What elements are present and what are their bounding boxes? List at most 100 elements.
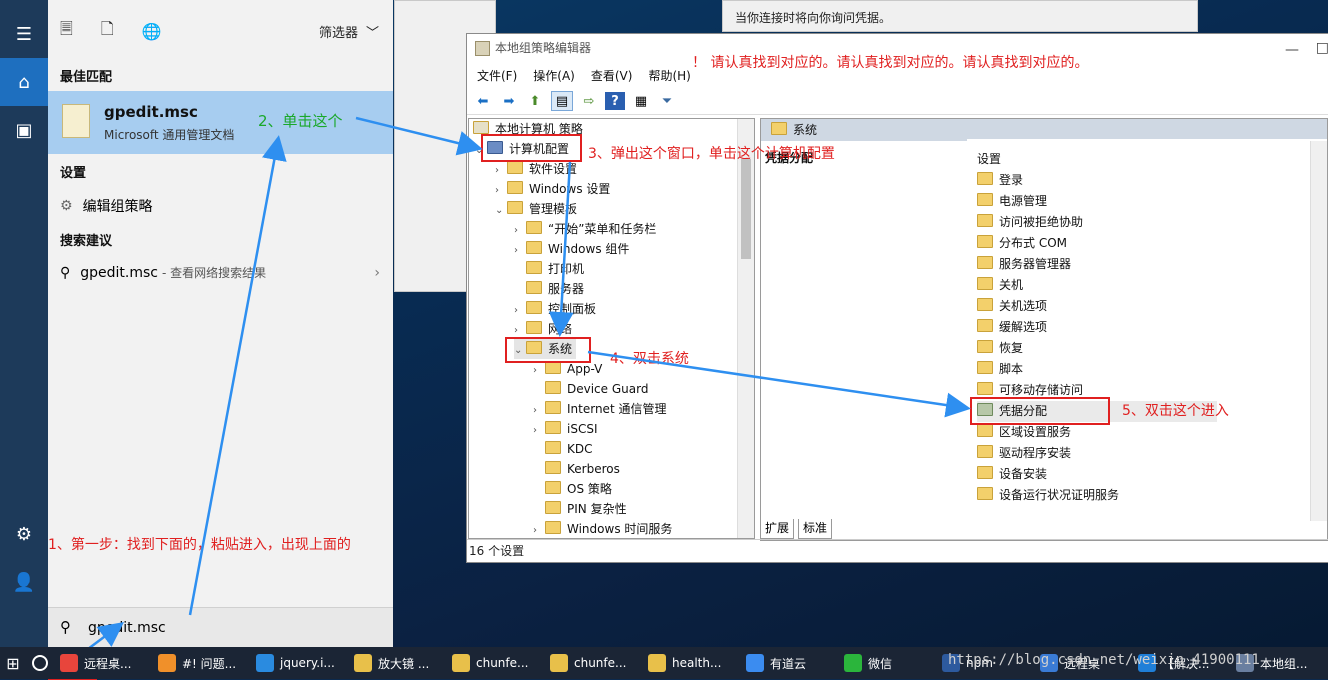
- chevron-right-icon: ›: [533, 405, 537, 416]
- tree-item-printers[interactable]: 打印机: [514, 259, 584, 279]
- tree-scrollbar[interactable]: [737, 119, 754, 538]
- tree-label: Internet 通信管理: [567, 402, 667, 416]
- settings-list-item[interactable]: 访问被拒绝协助: [977, 212, 1083, 233]
- settings-list-item[interactable]: 驱动程序安装: [977, 443, 1071, 464]
- wechat-icon: [844, 654, 862, 672]
- help-icon[interactable]: ?: [605, 92, 625, 110]
- best-match-subtitle: Microsoft 通用管理文档: [104, 128, 235, 142]
- page-icon[interactable]: 🗋: [101, 18, 114, 45]
- settings-list-item[interactable]: 服务器管理器: [977, 254, 1071, 275]
- taskbar-item[interactable]: jquery.i...: [250, 647, 348, 679]
- start-menu-rail: ☰ ⌂ ▣ ⚙ 👤: [0, 0, 48, 647]
- taskbar-item[interactable]: 有道云: [740, 647, 838, 679]
- home-icon[interactable]: ⌂: [0, 58, 48, 106]
- user-feedback-icon[interactable]: 👤: [0, 558, 48, 606]
- settings-list-label: 恢复: [999, 341, 1024, 355]
- web-search-suggestion[interactable]: ⚲ gpedit.msc - 查看网络搜索结果 ›: [60, 264, 380, 281]
- tree-item-software[interactable]: › 软件设置: [495, 159, 577, 179]
- tree-item-kdc[interactable]: KDC: [533, 439, 593, 459]
- folder-icon: [354, 654, 372, 672]
- tree-item-iscsi[interactable]: › iSCSI: [533, 419, 598, 439]
- taskbar-item[interactable]: 远程桌...: [54, 647, 152, 679]
- folder-icon: [977, 487, 993, 500]
- filter-icon[interactable]: ⏷: [657, 92, 677, 110]
- menu-help[interactable]: 帮助(H): [648, 67, 690, 84]
- globe-icon[interactable]: 🌐: [142, 22, 162, 41]
- tree-label: iSCSI: [567, 422, 598, 436]
- tree-item-admin-templates[interactable]: ⌄ 管理模板: [495, 199, 577, 219]
- settings-list-item[interactable]: 脚本: [977, 359, 1023, 380]
- export-list-icon[interactable]: ⇨: [579, 92, 599, 110]
- tree-item-server[interactable]: 服务器: [514, 279, 584, 299]
- tab-extended[interactable]: 扩展: [760, 519, 795, 539]
- taskbar-item[interactable]: health...: [642, 647, 740, 679]
- tree-item-os-policy[interactable]: OS 策略: [533, 479, 612, 499]
- settings-list-item[interactable]: 关机选项: [977, 296, 1047, 317]
- filter-dropdown[interactable]: 筛选器 ﹀: [319, 22, 379, 41]
- settings-list-item[interactable]: 区域设置服务: [977, 422, 1071, 443]
- tree-label: Windows 设置: [529, 182, 611, 196]
- hamburger-menu-icon[interactable]: ☰: [0, 10, 48, 58]
- settings-list-item[interactable]: 设备运行状况证明服务: [977, 485, 1119, 506]
- highlight-system: [505, 337, 591, 363]
- menu-action[interactable]: 操作(A): [533, 67, 575, 84]
- document-rail-icon[interactable]: ▣: [0, 106, 48, 154]
- tree-item-network[interactable]: › 网络: [514, 319, 572, 339]
- tree-item-windows-settings[interactable]: › Windows 设置: [495, 179, 610, 199]
- folder-icon: [526, 261, 542, 274]
- taskbar-item-label: jquery.i...: [280, 656, 335, 670]
- folder-icon: [977, 172, 993, 185]
- tree-item-kerberos[interactable]: Kerberos: [533, 459, 620, 479]
- windows-start-button[interactable]: ⊞: [0, 647, 26, 679]
- document-icon[interactable]: 🗏: [60, 18, 73, 45]
- settings-list-item[interactable]: 登录: [977, 170, 1023, 191]
- back-arrow-icon[interactable]: ⬅: [473, 92, 493, 110]
- settings-list-label: 关机: [999, 278, 1024, 292]
- folder-icon: [526, 321, 542, 334]
- vscode-icon: [256, 654, 274, 672]
- tree-item-control-panel[interactable]: › 控制面板: [514, 299, 596, 319]
- minimize-button[interactable]: —: [1285, 42, 1299, 58]
- warning-annotation: ！ 请认真找到对应的。请认真找到对应的。请认真找到对应的。: [692, 55, 1089, 71]
- taskbar-item[interactable]: 微信: [838, 647, 936, 679]
- forward-arrow-icon[interactable]: ➡: [499, 92, 519, 110]
- taskbar-item[interactable]: #! 问题...: [152, 647, 250, 679]
- properties-icon[interactable]: ▦: [631, 92, 651, 110]
- taskbar-item[interactable]: 放大镜 ...: [348, 647, 446, 679]
- settings-list-item[interactable]: 分布式 COM: [977, 233, 1067, 254]
- settings-gear-icon[interactable]: ⚙: [0, 510, 48, 558]
- tree-item-windows-components[interactable]: › Windows 组件: [514, 239, 629, 259]
- menu-file[interactable]: 文件(F): [477, 67, 517, 84]
- tree-item-time-service[interactable]: › Windows 时间服务: [533, 519, 672, 538]
- settings-list-item[interactable]: 缓解选项: [977, 317, 1047, 338]
- settings-list-item[interactable]: 设备安装: [977, 464, 1047, 485]
- search-input[interactable]: ⚲ gpedit.msc: [48, 607, 393, 648]
- taskbar-item[interactable]: chunfe...: [544, 647, 642, 679]
- scrollbar-thumb[interactable]: [741, 159, 751, 259]
- tree-label: 管理模板: [529, 202, 578, 216]
- folder-icon: [526, 301, 542, 314]
- up-folder-icon[interactable]: ⬆: [525, 92, 545, 110]
- maximize-button[interactable]: □: [1316, 40, 1328, 56]
- taskbar-item[interactable]: chunfe...: [446, 647, 544, 679]
- step1-annotation: 1、第一步：找到下面的，粘贴进入，出现上面的: [48, 537, 351, 553]
- tree-item-device-guard[interactable]: Device Guard: [533, 379, 648, 399]
- edit-group-policy-item[interactable]: ⚙ 编辑组策略: [60, 196, 153, 216]
- settings-list-item[interactable]: 电源管理: [977, 191, 1047, 212]
- settings-list-item[interactable]: 关机: [977, 275, 1023, 296]
- search-button[interactable]: [26, 647, 54, 679]
- tree-item-pin[interactable]: PIN 复杂性: [533, 499, 627, 519]
- settings-list-item[interactable]: 恢复: [977, 338, 1023, 359]
- settings-list-label: 电源管理: [999, 194, 1048, 208]
- chevron-down-icon: ⌄: [495, 205, 504, 216]
- show-tree-icon[interactable]: ▤: [551, 91, 573, 111]
- menu-view[interactable]: 查看(V): [591, 67, 633, 84]
- search-input-value: gpedit.msc: [88, 620, 166, 636]
- tab-standard[interactable]: 标准: [798, 519, 833, 539]
- chevron-right-icon: ›: [514, 225, 518, 236]
- tree-item-internet[interactable]: › Internet 通信管理: [533, 399, 666, 419]
- tree-item-start-menu[interactable]: › “开始”菜单和任务栏: [514, 219, 656, 239]
- folder-icon: [977, 298, 993, 311]
- details-scrollbar[interactable]: [1310, 141, 1327, 521]
- tree-label: Kerberos: [567, 462, 620, 476]
